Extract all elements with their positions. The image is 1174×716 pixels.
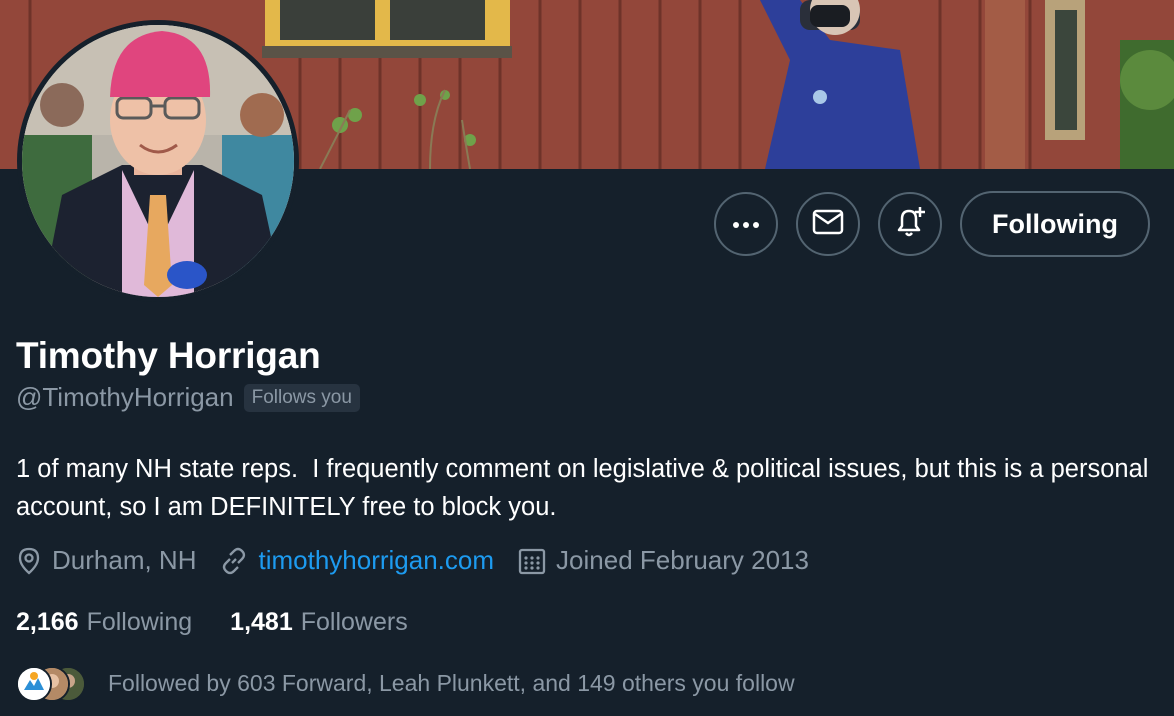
joined-item: Joined February 2013 <box>518 545 809 576</box>
profile-display-name: Timothy Horrigan <box>16 335 321 376</box>
profile-bio: 1 of many NH state reps. I frequently co… <box>16 455 1156 521</box>
more-icon <box>733 215 760 233</box>
profile-avatar[interactable] <box>17 20 299 302</box>
website-link[interactable]: timothyhorrigan.com <box>258 545 494 576</box>
follower-avatar <box>16 666 52 702</box>
profile-meta: Durham, NH timothyhorrigan.com Joined Fe… <box>16 545 833 576</box>
more-button[interactable] <box>714 192 779 256</box>
bell-plus-icon <box>893 205 927 244</box>
profile-page: Following Timothy Horrigan @TimothyHorri… <box>0 0 1174 716</box>
location-item: Durham, NH <box>16 545 196 576</box>
followers-count: 1,481 <box>230 608 293 636</box>
followers-label: Followers <box>300 608 408 636</box>
profile-handle: @TimothyHorrigan <box>16 382 234 412</box>
following-stat[interactable]: 2,166 Following <box>16 608 192 637</box>
envelope-icon <box>812 209 844 240</box>
followed-by[interactable]: Followed by 603 Forward, Leah Plunkett, … <box>16 664 795 702</box>
followed-by-text: Followed by 603 Forward, Leah Plunkett, … <box>108 669 795 696</box>
following-count: 2,166 <box>16 608 79 636</box>
handle-row: @TimothyHorrigan Follows you <box>16 382 360 413</box>
link-icon <box>220 547 248 575</box>
following-button[interactable]: Following <box>960 191 1150 257</box>
followed-by-avatars <box>16 664 86 702</box>
profile-actions: Following <box>714 191 1150 257</box>
location-text: Durham, NH <box>52 545 197 575</box>
calendar-icon <box>518 547 546 575</box>
message-button[interactable] <box>796 192 861 256</box>
joined-text: Joined February 2013 <box>556 545 809 575</box>
follow-stats: 2,166 Following 1,481 Followers <box>16 608 446 637</box>
followers-stat[interactable]: 1,481 Followers <box>230 608 408 637</box>
following-label: Following <box>86 608 193 636</box>
website-item[interactable]: timothyhorrigan.com <box>220 545 494 576</box>
notifications-button[interactable] <box>878 192 943 256</box>
location-pin-icon <box>16 547 42 575</box>
follows-you-badge: Follows you <box>243 383 360 412</box>
